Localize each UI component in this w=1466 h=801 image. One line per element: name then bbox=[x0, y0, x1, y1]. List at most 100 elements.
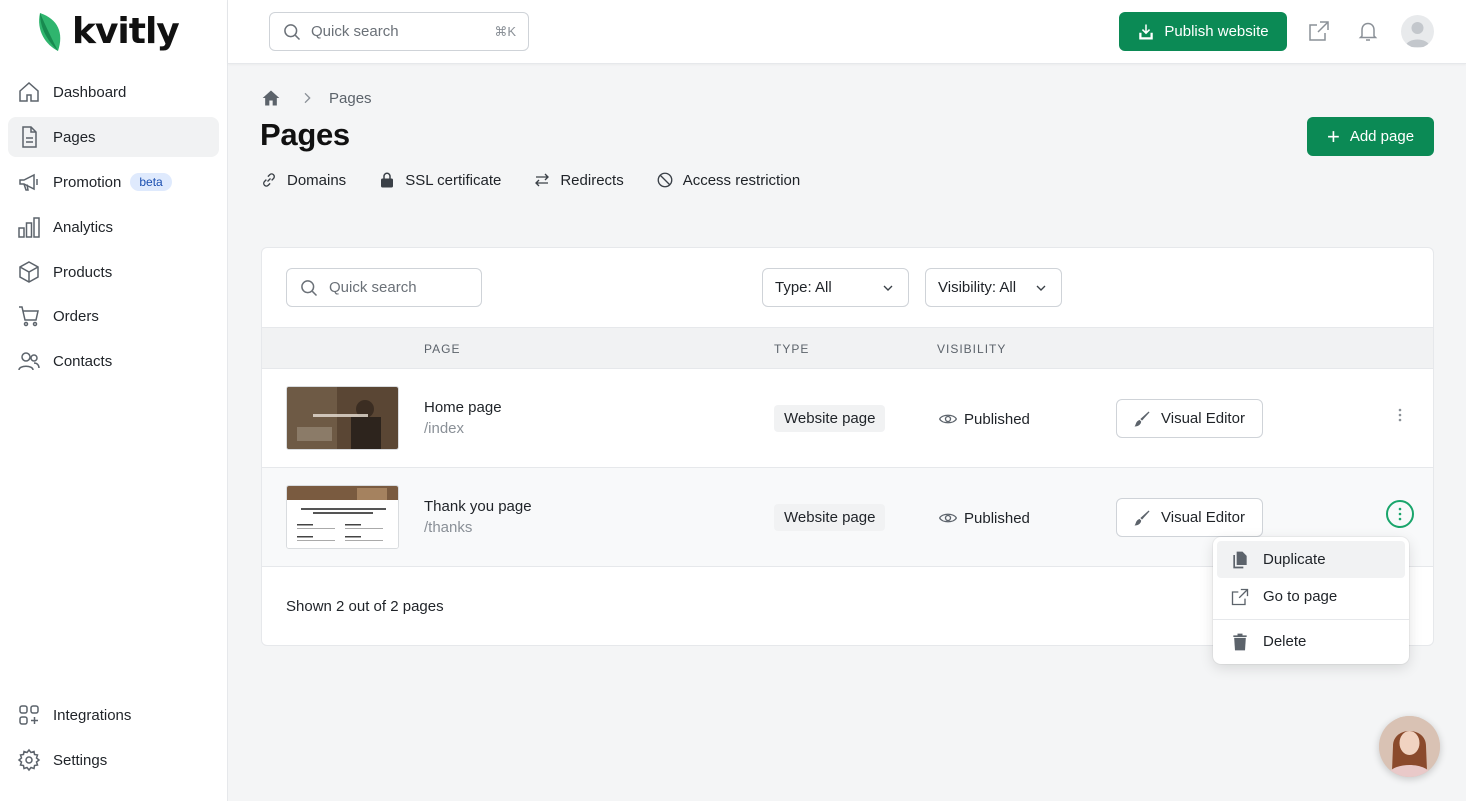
menu-item-label: Delete bbox=[1263, 633, 1307, 650]
global-search-input[interactable]: Quick search ⌘K bbox=[269, 12, 529, 51]
add-page-button[interactable]: + Add page bbox=[1307, 117, 1434, 156]
sidebar-item-label: Products bbox=[53, 263, 113, 281]
brush-icon bbox=[1134, 411, 1150, 426]
kebab-icon bbox=[1398, 408, 1402, 422]
visual-editor-label: Visual Editor bbox=[1161, 410, 1245, 427]
page-thumbnail bbox=[286, 485, 399, 549]
arrows-icon bbox=[535, 173, 550, 187]
redirects-label: Redirects bbox=[560, 171, 624, 189]
search-icon bbox=[284, 23, 301, 40]
column-header-type: TYPE bbox=[774, 342, 810, 356]
topbar: Quick search ⌘K Publish website bbox=[228, 0, 1466, 64]
chevron-right-icon bbox=[304, 92, 311, 104]
gear-icon bbox=[17, 748, 41, 772]
menu-divider bbox=[1213, 619, 1409, 620]
external-link-icon[interactable] bbox=[1307, 19, 1331, 43]
row-menu-button[interactable] bbox=[1386, 500, 1414, 528]
sidebar-item-label: Integrations bbox=[53, 706, 132, 724]
user-avatar[interactable] bbox=[1401, 15, 1434, 48]
sidebar-item-label: Pages bbox=[53, 128, 96, 146]
search-icon bbox=[301, 279, 318, 296]
filter-search-placeholder: Quick search bbox=[329, 279, 417, 296]
search-placeholder: Quick search bbox=[311, 23, 399, 40]
home-icon bbox=[19, 81, 39, 102]
page-title: Pages bbox=[260, 117, 350, 152]
visibility-label: Published bbox=[964, 410, 1030, 428]
ssl-label: SSL certificate bbox=[405, 171, 502, 189]
external-link-icon bbox=[1231, 588, 1249, 605]
bar-chart-icon bbox=[18, 217, 40, 238]
brush-icon bbox=[1134, 510, 1150, 525]
grid-plus-icon bbox=[19, 705, 39, 725]
type-badge: Website page bbox=[774, 405, 886, 432]
sidebar-item-contacts[interactable]: Contacts bbox=[8, 341, 219, 381]
table-header: PAGE TYPE VISIBILITY bbox=[262, 327, 1433, 369]
publish-website-button[interactable]: Publish website bbox=[1119, 12, 1287, 51]
sidebar-item-integrations[interactable]: Integrations bbox=[8, 695, 219, 735]
page-settings-nav: Domains SSL certificate Redirects Access… bbox=[260, 171, 832, 189]
visibility-status: Published bbox=[938, 508, 1030, 528]
kebab-icon bbox=[1398, 507, 1402, 521]
page-url: /index bbox=[424, 420, 465, 437]
sidebar-item-analytics[interactable]: Analytics bbox=[8, 207, 219, 247]
support-chat-avatar[interactable] bbox=[1379, 716, 1440, 777]
table-row[interactable]: Home page /index Website page Published … bbox=[262, 369, 1433, 468]
brand-logo[interactable]: kvitly bbox=[36, 10, 180, 54]
visibility-status: Published bbox=[938, 409, 1030, 429]
access-restriction-link[interactable]: Access restriction bbox=[656, 171, 801, 189]
home-breadcrumb-icon[interactable] bbox=[261, 88, 281, 108]
visual-editor-label: Visual Editor bbox=[1161, 509, 1245, 526]
sidebar: kvitly Dashboard Pages Promotion beta An… bbox=[0, 0, 228, 801]
brand-name: kvitly bbox=[72, 11, 180, 52]
chevron-down-icon bbox=[883, 285, 893, 291]
trash-icon bbox=[1233, 633, 1247, 650]
box-icon bbox=[19, 261, 39, 283]
page-name[interactable]: Home page bbox=[424, 399, 502, 416]
sidebar-item-label: Promotion bbox=[53, 173, 122, 191]
page-name[interactable]: Thank you page bbox=[424, 498, 532, 515]
sidebar-item-orders[interactable]: Orders bbox=[8, 296, 219, 336]
document-icon bbox=[22, 126, 37, 148]
eye-icon bbox=[938, 513, 958, 523]
visibility-filter-select[interactable]: Visibility: All bbox=[925, 268, 1062, 307]
sidebar-item-promotion[interactable]: Promotion beta bbox=[8, 162, 219, 202]
type-filter-value: Type: All bbox=[775, 279, 832, 296]
sidebar-item-label: Settings bbox=[53, 751, 108, 769]
menu-item-delete[interactable]: Delete bbox=[1217, 623, 1405, 660]
visual-editor-button[interactable]: Visual Editor bbox=[1116, 399, 1263, 438]
row-menu-button[interactable] bbox=[1386, 401, 1414, 429]
sidebar-item-label: Orders bbox=[53, 307, 99, 325]
chevron-down-icon bbox=[1036, 285, 1046, 291]
visual-editor-button[interactable]: Visual Editor bbox=[1116, 498, 1263, 537]
redirects-link[interactable]: Redirects bbox=[533, 171, 624, 189]
publish-icon bbox=[1139, 24, 1154, 39]
sidebar-item-pages[interactable]: Pages bbox=[8, 117, 219, 157]
menu-item-duplicate[interactable]: Duplicate bbox=[1217, 541, 1405, 578]
sidebar-item-dashboard[interactable]: Dashboard bbox=[8, 72, 219, 112]
add-page-label: Add page bbox=[1349, 128, 1415, 145]
column-header-page: PAGE bbox=[424, 342, 461, 356]
access-label: Access restriction bbox=[682, 171, 801, 189]
column-header-visibility: VISIBILITY bbox=[937, 342, 1007, 356]
sidebar-item-settings[interactable]: Settings bbox=[8, 740, 219, 780]
bell-icon[interactable] bbox=[1356, 19, 1380, 43]
domains-label: Domains bbox=[287, 171, 347, 189]
sidebar-item-products[interactable]: Products bbox=[8, 252, 219, 292]
page-url: /thanks bbox=[424, 519, 473, 536]
menu-item-label: Go to page bbox=[1263, 588, 1338, 605]
cart-icon bbox=[19, 306, 39, 327]
sidebar-item-label: Analytics bbox=[53, 218, 114, 236]
plus-icon: + bbox=[1326, 123, 1340, 149]
domains-link[interactable]: Domains bbox=[260, 171, 346, 189]
ssl-certificate-link[interactable]: SSL certificate bbox=[378, 171, 501, 189]
pagination-summary: Shown 2 out of 2 pages bbox=[286, 598, 444, 615]
megaphone-icon bbox=[19, 173, 38, 191]
leaf-icon bbox=[39, 13, 61, 51]
menu-item-go-to-page[interactable]: Go to page bbox=[1217, 578, 1405, 615]
breadcrumb-current: Pages bbox=[329, 89, 372, 107]
visibility-label: Published bbox=[964, 509, 1030, 527]
link-icon bbox=[263, 173, 275, 187]
pages-search-input[interactable]: Quick search bbox=[286, 268, 482, 307]
eye-icon bbox=[938, 414, 958, 424]
type-filter-select[interactable]: Type: All bbox=[762, 268, 909, 307]
